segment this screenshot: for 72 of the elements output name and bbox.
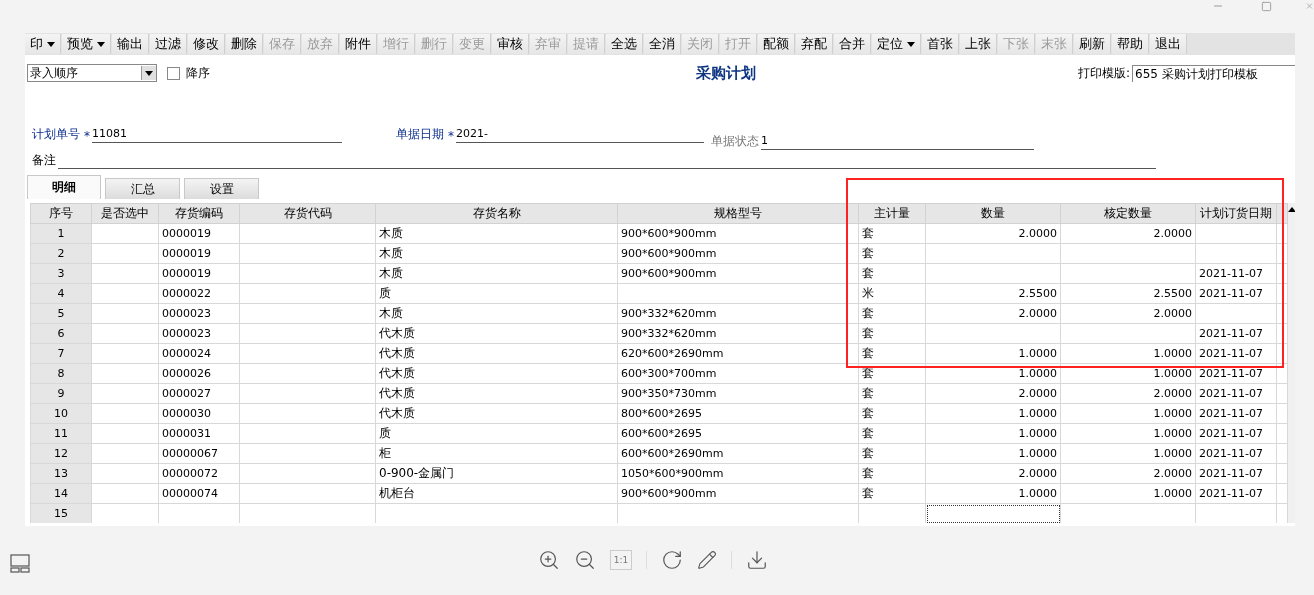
actual-size-button[interactable]: 1:1 xyxy=(610,550,632,570)
date-label: 单据日期 xyxy=(396,126,444,143)
toolbar-button[interactable]: 修改 xyxy=(188,34,225,54)
tab[interactable]: 明细 xyxy=(27,175,101,199)
form-title: 采购计划 xyxy=(694,63,757,83)
column-header[interactable]: 存货编码 xyxy=(158,203,240,224)
tab[interactable]: 设置 xyxy=(184,178,259,199)
row-number: 5 xyxy=(30,303,92,324)
row-number: 13 xyxy=(30,463,92,484)
zoom-out-icon[interactable] xyxy=(574,549,596,571)
column-header[interactable]: 规格型号 xyxy=(617,203,859,224)
row-number: 11 xyxy=(30,423,92,444)
status-label: 单据状态 xyxy=(711,133,759,150)
toolbar-button[interactable]: 上张 xyxy=(960,34,997,54)
status-field[interactable]: 1 xyxy=(761,134,1034,150)
required-mark: * xyxy=(84,129,90,143)
row-number: 6 xyxy=(30,323,92,344)
date-field[interactable]: 2021- xyxy=(456,127,704,143)
plan-number-label: 计划单号 xyxy=(32,126,80,143)
toolbar-button[interactable]: 预览 xyxy=(62,34,111,54)
pencil-icon[interactable] xyxy=(697,550,717,570)
descending-checkbox[interactable] xyxy=(167,66,180,80)
print-template-field[interactable]: 655 采购计划打印模板 xyxy=(1132,64,1295,82)
column-header[interactable]: 序号 xyxy=(30,203,92,224)
toolbar-button[interactable]: 全消 xyxy=(644,34,681,54)
rotate-icon[interactable] xyxy=(661,549,683,571)
row-number: 2 xyxy=(30,243,92,264)
caret-icon xyxy=(145,70,153,76)
toolbar-button[interactable]: 过滤 xyxy=(150,34,187,54)
column-header[interactable]: 数量 xyxy=(925,203,1061,224)
toolbar-button[interactable]: 全选 xyxy=(606,34,643,54)
toolbar-button[interactable]: 刷新 xyxy=(1074,34,1111,54)
column-header[interactable]: 主计量 xyxy=(858,203,926,224)
column-header[interactable]: 计划订货日期 xyxy=(1195,203,1277,224)
column-header[interactable]: 是否选中 xyxy=(91,203,159,224)
row-number: 7 xyxy=(30,343,92,364)
sort-dropdown[interactable]: 录入顺序 xyxy=(27,64,157,82)
layout-icon[interactable] xyxy=(10,553,30,573)
toolbar-button[interactable]: 审核 xyxy=(492,34,529,54)
remark-label: 备注 xyxy=(32,152,56,169)
row-number: 14 xyxy=(30,483,92,504)
plan-number-field[interactable]: 11081 xyxy=(92,127,342,143)
tab[interactable]: 汇总 xyxy=(105,178,180,199)
toolbar-button[interactable]: 配额 xyxy=(758,34,795,54)
row-number: 1 xyxy=(30,223,92,244)
toolbar-button[interactable]: 弃配 xyxy=(796,34,833,54)
row-number: 9 xyxy=(30,383,92,404)
print-template-label: 打印模版: xyxy=(1077,64,1130,82)
column-header[interactable]: 核定数量 xyxy=(1060,203,1196,224)
toolbar-button[interactable]: 印 xyxy=(25,34,61,54)
scrollbar[interactable] xyxy=(1288,203,1295,523)
row-number: 8 xyxy=(30,363,92,384)
toolbar-button[interactable]: 退出 xyxy=(1150,34,1187,54)
row-number: 10 xyxy=(30,403,92,424)
toolbar-button[interactable]: 首张 xyxy=(922,34,959,54)
required-mark: * xyxy=(448,129,454,143)
scroll-up-icon[interactable] xyxy=(1288,207,1295,212)
toolbar-button[interactable]: 定位 xyxy=(872,34,921,54)
row-number: 3 xyxy=(30,263,92,284)
row-number: 12 xyxy=(30,443,92,464)
column-header[interactable]: 存货代码 xyxy=(239,203,376,224)
toolbar-button[interactable]: 输出 xyxy=(112,34,149,54)
toolbar-button[interactable]: 帮助 xyxy=(1112,34,1149,54)
toolbar-button[interactable]: 删除 xyxy=(226,34,263,54)
row-number: 15 xyxy=(30,503,92,523)
toolbar-button[interactable]: 附件 xyxy=(340,34,377,54)
zoom-in-icon[interactable] xyxy=(538,549,560,571)
descending-label: 降序 xyxy=(186,64,210,82)
toolbar-button[interactable]: 合并 xyxy=(834,34,871,54)
download-icon[interactable] xyxy=(746,549,768,571)
row-number: 4 xyxy=(30,283,92,304)
column-header[interactable]: 存货名称 xyxy=(375,203,618,224)
